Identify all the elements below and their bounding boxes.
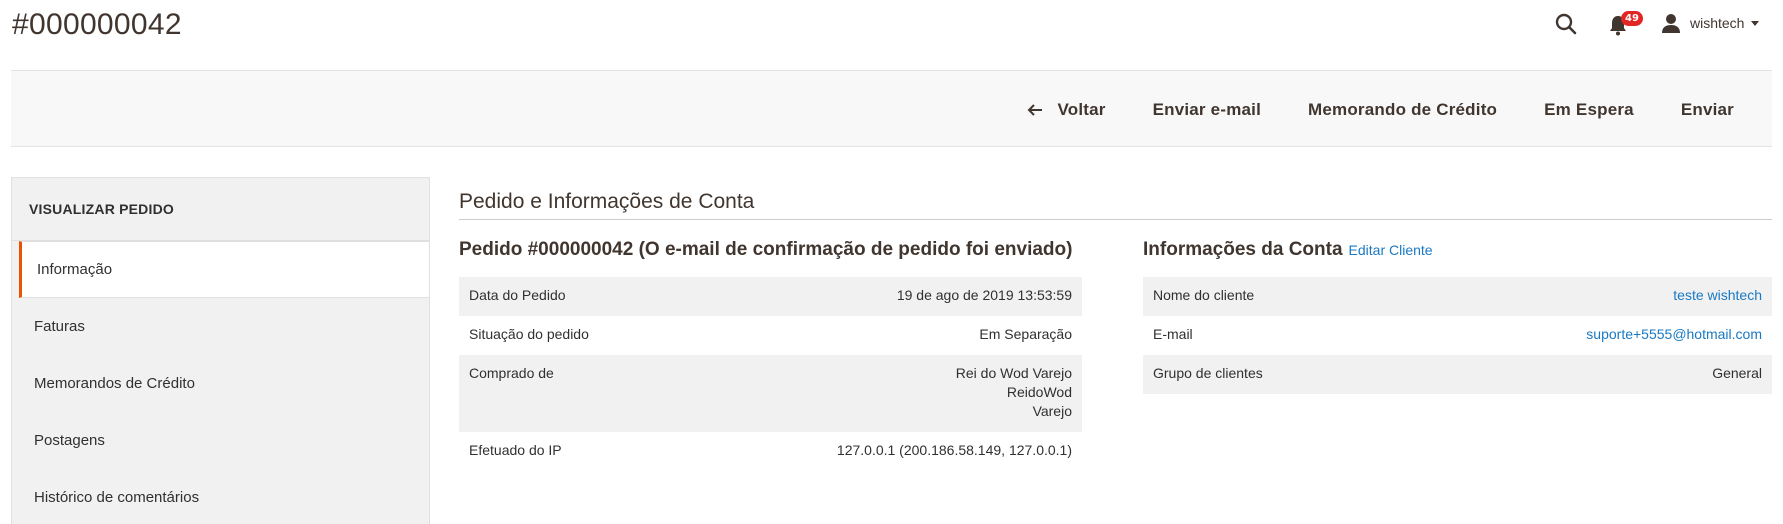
- sidebar-title: VISUALIZAR PEDIDO: [12, 178, 429, 241]
- order-status-value: Em Separação: [979, 326, 1072, 342]
- purchased-from-value: Rei do Wod Varejo ReidoWod Varejo: [680, 355, 1082, 432]
- user-menu[interactable]: wishtech: [1660, 12, 1760, 34]
- tab-invoices[interactable]: Faturas: [12, 298, 429, 355]
- customer-name-link[interactable]: teste wishtech: [1673, 287, 1762, 303]
- notification-count-badge[interactable]: 49: [1621, 11, 1643, 26]
- store-name: ReidoWod: [1006, 384, 1072, 400]
- placed-from-ip-value: 127.0.0.1 (200.186.58.149, 127.0.0.1): [836, 442, 1072, 458]
- row-label: E-mail: [1153, 326, 1193, 342]
- row-label: Comprado de: [469, 365, 554, 381]
- arrow-left-icon: [1028, 103, 1043, 116]
- row-label: Grupo de clientes: [1153, 365, 1263, 381]
- account-title-text: Informações da Conta: [1143, 239, 1343, 260]
- tab-information[interactable]: Informação: [19, 241, 429, 298]
- order-view-sidebar: VISUALIZAR PEDIDO Informação Faturas Mem…: [11, 177, 430, 524]
- order-info-table: Data do Pedido 19 de ago de 2019 13:53:5…: [459, 277, 1082, 471]
- ship-button[interactable]: Enviar: [1681, 100, 1734, 120]
- send-email-button[interactable]: Enviar e-mail: [1153, 100, 1261, 120]
- row-label: Situação do pedido: [469, 326, 589, 342]
- chevron-down-icon: [1751, 21, 1760, 26]
- table-row: Comprado de Rei do Wod Varejo ReidoWod V…: [459, 355, 1082, 432]
- table-row: Situação do pedido Em Separação: [459, 316, 1082, 355]
- search-icon[interactable]: [1553, 11, 1579, 37]
- edit-customer-link[interactable]: Editar Cliente: [1349, 242, 1433, 258]
- tab-shipments[interactable]: Postagens: [12, 412, 429, 469]
- row-label: Data do Pedido: [469, 287, 566, 303]
- section-title: Pedido e Informações de Conta: [459, 190, 755, 213]
- row-label: Nome do cliente: [1153, 287, 1255, 303]
- order-block-title: Pedido #000000042 (O e-mail de confirmaç…: [459, 239, 1073, 260]
- account-block-title: Informações da Conta Editar Cliente: [1143, 239, 1433, 261]
- customer-email-link[interactable]: suporte+5555@hotmail.com: [1586, 326, 1762, 342]
- username: wishtech: [1690, 15, 1745, 31]
- table-row: Nome do cliente teste wishtech: [1143, 277, 1772, 316]
- store-view: Varejo: [1032, 403, 1072, 419]
- row-label: Efetuado do IP: [469, 442, 562, 458]
- user-icon: [1662, 14, 1680, 33]
- back-button[interactable]: Voltar: [1027, 100, 1105, 120]
- tab-credit-memos[interactable]: Memorandos de Crédito: [12, 355, 429, 412]
- back-button-label: Voltar: [1057, 99, 1106, 119]
- store-website: Rei do Wod Varejo: [955, 365, 1072, 381]
- order-date-value: 19 de ago de 2019 13:53:59: [896, 287, 1072, 303]
- table-row: Efetuado do IP 127.0.0.1 (200.186.58.149…: [459, 432, 1082, 471]
- page-actions-bar: Voltar Enviar e-mail Memorando de Crédit…: [11, 70, 1772, 147]
- hold-button[interactable]: Em Espera: [1544, 100, 1634, 120]
- table-row: Data do Pedido 19 de ago de 2019 13:53:5…: [459, 277, 1082, 316]
- table-row: Grupo de clientes General: [1143, 355, 1772, 394]
- table-row: E-mail suporte+5555@hotmail.com: [1143, 316, 1772, 355]
- customer-group-value: General: [1712, 365, 1762, 381]
- account-info-table: Nome do cliente teste wishtech E-mail su…: [1143, 277, 1772, 394]
- tab-comments-history[interactable]: Histórico de comentários: [12, 469, 429, 524]
- page-actions: Voltar Enviar e-mail Memorando de Crédit…: [980, 71, 1734, 148]
- credit-memo-button[interactable]: Memorando de Crédito: [1308, 100, 1497, 120]
- section-divider: [459, 219, 1772, 220]
- page-title: #000000042: [12, 8, 182, 41]
